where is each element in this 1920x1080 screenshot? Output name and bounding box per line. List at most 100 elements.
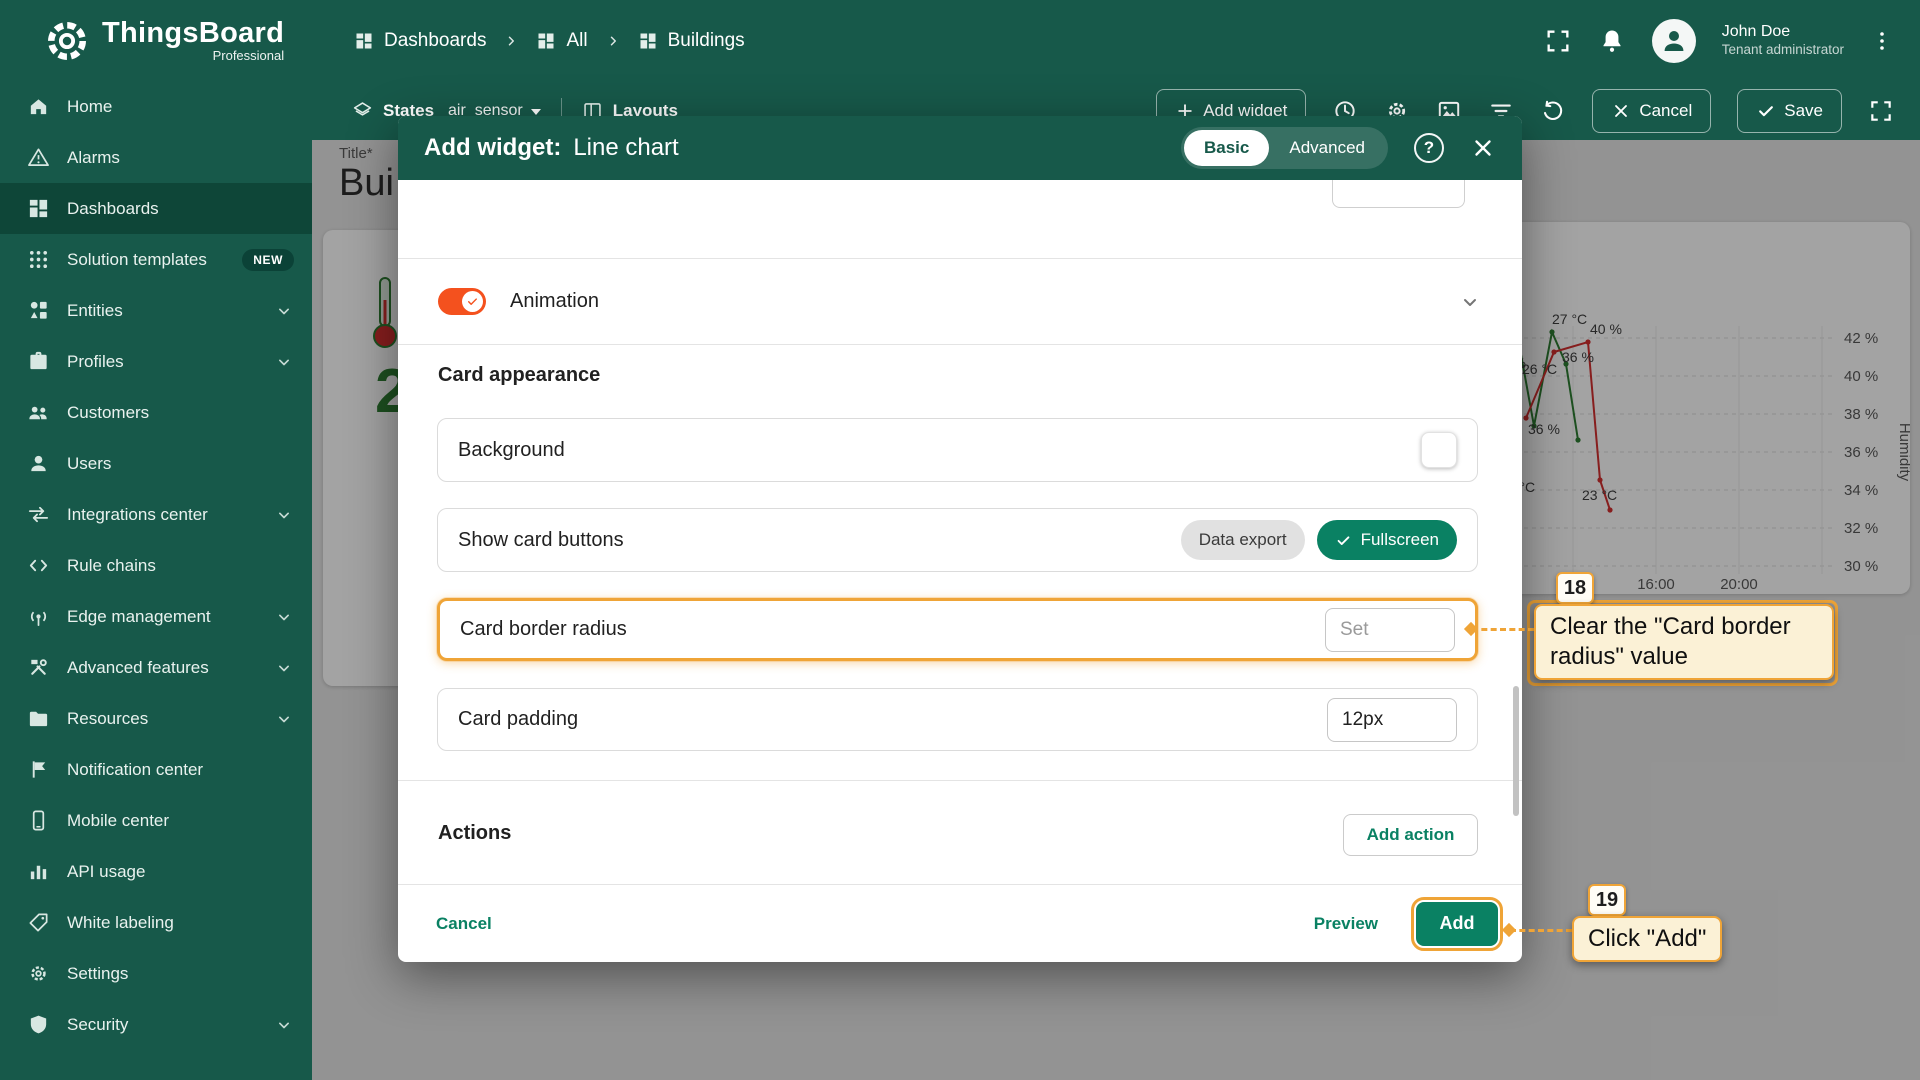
add-action-label: Add action xyxy=(1367,825,1455,845)
logo-gear-icon xyxy=(44,18,90,64)
sidebar-item-icon xyxy=(27,1013,50,1036)
save-label: Save xyxy=(1784,101,1823,121)
sidebar-item[interactable]: Integrations center xyxy=(0,489,312,540)
avatar[interactable] xyxy=(1652,19,1696,63)
sidebar-item-label: Integrations center xyxy=(67,505,257,525)
sidebar-item[interactable]: API usage xyxy=(0,846,312,897)
preview-link[interactable]: Preview xyxy=(1300,904,1392,944)
dialog-header: Add widget: Line chart Basic Advanced ? xyxy=(398,116,1522,180)
sidebar-item-icon xyxy=(27,197,50,220)
data-export-chip[interactable]: Data export xyxy=(1181,520,1305,560)
sidebar-item-label: Notification center xyxy=(67,760,294,780)
sidebar-item-icon xyxy=(27,656,50,679)
sidebar-item[interactable]: Security xyxy=(0,999,312,1050)
more-menu-icon[interactable] xyxy=(1870,27,1894,55)
top-header: ThingsBoard Professional Dashboards All … xyxy=(0,0,1920,81)
scrolled-input-remnant xyxy=(1332,180,1465,208)
sidebar-item[interactable]: Mobile center xyxy=(0,795,312,846)
add-button[interactable]: Add xyxy=(1416,902,1498,946)
step18-connector-line xyxy=(1472,628,1534,631)
breadcrumb-label: All xyxy=(566,30,587,52)
user-role: Tenant administrator xyxy=(1722,42,1844,59)
sidebar-item[interactable]: Home xyxy=(0,81,312,132)
cancel-edit-button[interactable]: Cancel xyxy=(1592,89,1711,133)
brand: ThingsBoard Professional xyxy=(102,18,284,62)
sidebar-item[interactable]: Settings xyxy=(0,948,312,999)
breadcrumb-dashboards[interactable]: Dashboards xyxy=(354,30,486,52)
breadcrumb-buildings[interactable]: Buildings xyxy=(638,30,745,52)
sidebar-item-label: Rule chains xyxy=(67,556,294,576)
card-border-radius-input[interactable] xyxy=(1325,608,1455,652)
help-glyph: ? xyxy=(1424,138,1434,158)
tab-advanced[interactable]: Advanced xyxy=(1269,130,1385,166)
card-padding-input[interactable] xyxy=(1327,698,1457,742)
sidebar-item[interactable]: Notification center xyxy=(0,744,312,795)
sidebar-item-icon xyxy=(27,248,50,271)
check-icon xyxy=(466,295,479,308)
version-history-icon[interactable] xyxy=(1540,98,1566,124)
fullscreen-chip[interactable]: Fullscreen xyxy=(1317,520,1457,560)
breadcrumb-all[interactable]: All xyxy=(536,30,587,52)
breadcrumb-label: Dashboards xyxy=(384,30,486,52)
chevron-down-icon xyxy=(274,352,294,372)
dialog-cancel-link[interactable]: Cancel xyxy=(422,904,506,944)
save-button[interactable]: Save xyxy=(1737,89,1842,133)
dialog-scrollbar[interactable] xyxy=(1513,686,1519,816)
sidebar-item-label: Customers xyxy=(67,403,294,423)
sidebar-item[interactable]: Profiles xyxy=(0,336,312,387)
basic-advanced-toggle: Basic Advanced xyxy=(1181,127,1388,169)
sidebar-item[interactable]: Customers xyxy=(0,387,312,438)
sidebar-item[interactable]: Solution templates NEW xyxy=(0,234,312,285)
add-action-button[interactable]: Add action xyxy=(1343,814,1478,856)
card-border-radius-row: Card border radius xyxy=(437,598,1478,661)
chevron-right-icon xyxy=(502,32,520,50)
background-label: Background xyxy=(458,439,565,462)
animation-toggle[interactable] xyxy=(438,288,486,315)
divider xyxy=(398,344,1522,345)
sidebar-item-label: Security xyxy=(67,1015,257,1035)
notifications-bell-icon[interactable] xyxy=(1598,27,1626,55)
sidebar-item-icon xyxy=(27,758,50,781)
show-card-buttons-row: Show card buttons Data export Fullscreen xyxy=(437,508,1478,572)
sidebar-item-icon xyxy=(27,401,50,424)
help-button[interactable]: ? xyxy=(1414,133,1444,163)
sidebar-item-label: API usage xyxy=(67,862,294,882)
step19-connector-line xyxy=(1510,929,1572,932)
sidebar-item-label: White labeling xyxy=(67,913,294,933)
app-logo[interactable]: ThingsBoard Professional xyxy=(0,18,312,64)
sidebar-item[interactable]: White labeling xyxy=(0,897,312,948)
sidebar-item-icon xyxy=(27,554,50,577)
sidebar-item[interactable]: Users xyxy=(0,438,312,489)
header-actions: John Doe Tenant administrator xyxy=(1544,19,1920,63)
dashboard-group-icon xyxy=(536,31,556,51)
sidebar-item-icon xyxy=(27,503,50,526)
dialog-title-widget-type: Line chart xyxy=(573,134,678,162)
sidebar-item-icon xyxy=(27,962,50,985)
tab-basic[interactable]: Basic xyxy=(1184,130,1269,166)
breadcrumb-label: Buildings xyxy=(668,30,745,52)
sidebar-item[interactable]: Advanced features xyxy=(0,642,312,693)
sidebar-item-label: Solution templates xyxy=(67,250,225,270)
step18-callout: Clear the "Card border radius" value xyxy=(1534,604,1834,680)
check-icon xyxy=(1756,101,1776,121)
sidebar: Home Alarms Dashboards Solution template… xyxy=(0,81,312,1080)
card-appearance-heading: Card appearance xyxy=(438,364,600,387)
sidebar-item[interactable]: Alarms xyxy=(0,132,312,183)
sidebar-item-icon xyxy=(27,911,50,934)
sidebar-item[interactable]: Entities xyxy=(0,285,312,336)
user-menu[interactable]: John Doe Tenant administrator xyxy=(1722,22,1844,59)
caret-down-icon xyxy=(531,109,541,115)
sidebar-item-icon xyxy=(27,350,50,373)
sidebar-item[interactable]: Resources xyxy=(0,693,312,744)
expand-fullscreen-icon[interactable] xyxy=(1868,98,1894,124)
fullscreen-icon[interactable] xyxy=(1544,27,1572,55)
sidebar-item[interactable]: Dashboards xyxy=(0,183,312,234)
close-dialog-icon[interactable] xyxy=(1470,135,1496,161)
brand-subtitle: Professional xyxy=(213,48,285,63)
sidebar-item-label: Profiles xyxy=(67,352,257,372)
background-color-swatch[interactable] xyxy=(1421,432,1457,468)
sidebar-item-icon xyxy=(27,146,50,169)
sidebar-item[interactable]: Edge management xyxy=(0,591,312,642)
sidebar-item[interactable]: Rule chains xyxy=(0,540,312,591)
animation-section-header[interactable]: Animation xyxy=(398,259,1522,344)
